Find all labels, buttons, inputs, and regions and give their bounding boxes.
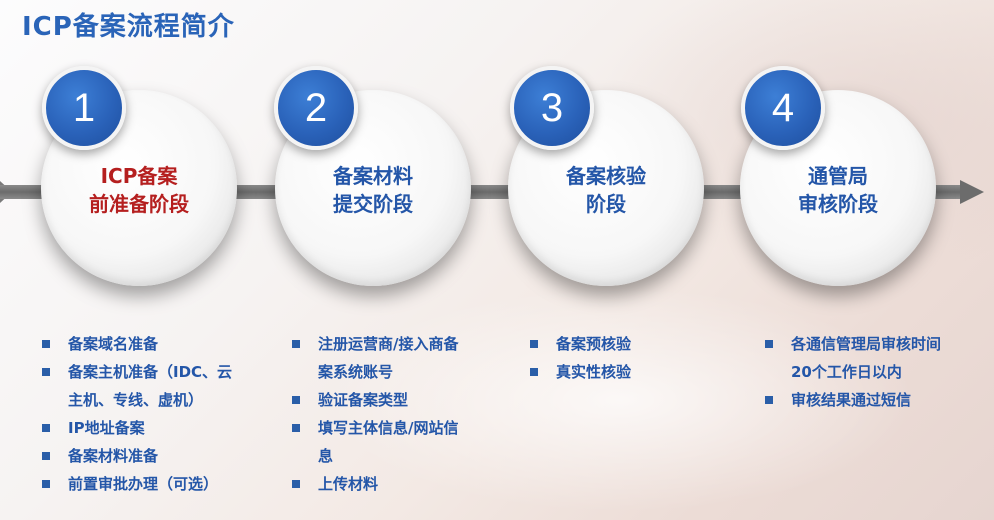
stage-1-title-line2: 前准备阶段: [89, 192, 189, 216]
stage-3-bullet-list: 备案预核验 真实性核验: [530, 330, 710, 386]
list-item: 验证备案类型: [292, 386, 472, 414]
list-item: 前置审批办理（可选）: [42, 470, 242, 498]
stage-3-number-badge: 3: [510, 66, 594, 150]
page-title: ICP备案流程简介: [22, 12, 235, 42]
stage-2-title-line2: 提交阶段: [333, 192, 413, 216]
stage-4-number-badge: 4: [741, 66, 825, 150]
stage-2-title-line1: 备案材料: [333, 164, 413, 188]
stage-1-title-line1: ICP备案: [100, 164, 178, 188]
list-item: 注册运营商/接入商备案系统账号: [292, 330, 472, 386]
stage-1-bullet-list: 备案域名准备 备案主机准备（IDC、云主机、专线、虚机） IP地址备案 备案材料…: [42, 330, 242, 498]
stage-4-title: 通管局 审核阶段: [740, 162, 936, 218]
list-item: 备案域名准备: [42, 330, 242, 358]
stage-4-title-line2: 审核阶段: [798, 192, 878, 216]
stage-2-number-badge: 2: [274, 66, 358, 150]
list-item: 填写主体信息/网站信息: [292, 414, 472, 470]
list-item: 审核结果通过短信: [765, 386, 950, 414]
stage-1-number-badge: 1: [42, 66, 126, 150]
list-item: 真实性核验: [530, 358, 710, 386]
stage-3-title-line1: 备案核验: [566, 164, 646, 188]
list-item: 备案主机准备（IDC、云主机、专线、虚机）: [42, 358, 242, 414]
list-item: 备案预核验: [530, 330, 710, 358]
stage-4-title-line1: 通管局: [808, 164, 868, 188]
stage-2-title: 备案材料 提交阶段: [275, 162, 471, 218]
stage-2-bullet-list: 注册运营商/接入商备案系统账号 验证备案类型 填写主体信息/网站信息 上传材料: [292, 330, 472, 498]
list-item: 各通信管理局审核时间20个工作日以内: [765, 330, 950, 386]
stage-3-title: 备案核验 阶段: [508, 162, 704, 218]
stage-3-title-line2: 阶段: [586, 192, 626, 216]
list-item: IP地址备案: [42, 414, 242, 442]
stage-4-bullet-list: 各通信管理局审核时间20个工作日以内 审核结果通过短信: [765, 330, 950, 414]
timeline-arrow-icon: [960, 180, 984, 204]
list-item: 备案材料准备: [42, 442, 242, 470]
list-item: 上传材料: [292, 470, 472, 498]
stage-1-title: ICP备案 前准备阶段: [41, 162, 237, 218]
